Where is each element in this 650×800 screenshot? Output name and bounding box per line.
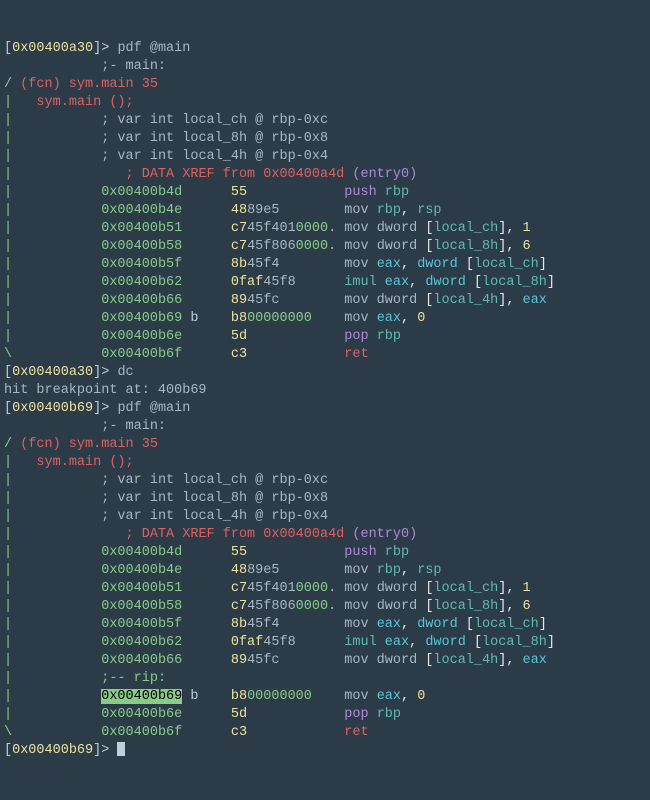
cursor[interactable] <box>117 742 125 756</box>
terminal-output: [0x00400a30]> pdf @main ;- main: / (fcn)… <box>4 41 555 758</box>
